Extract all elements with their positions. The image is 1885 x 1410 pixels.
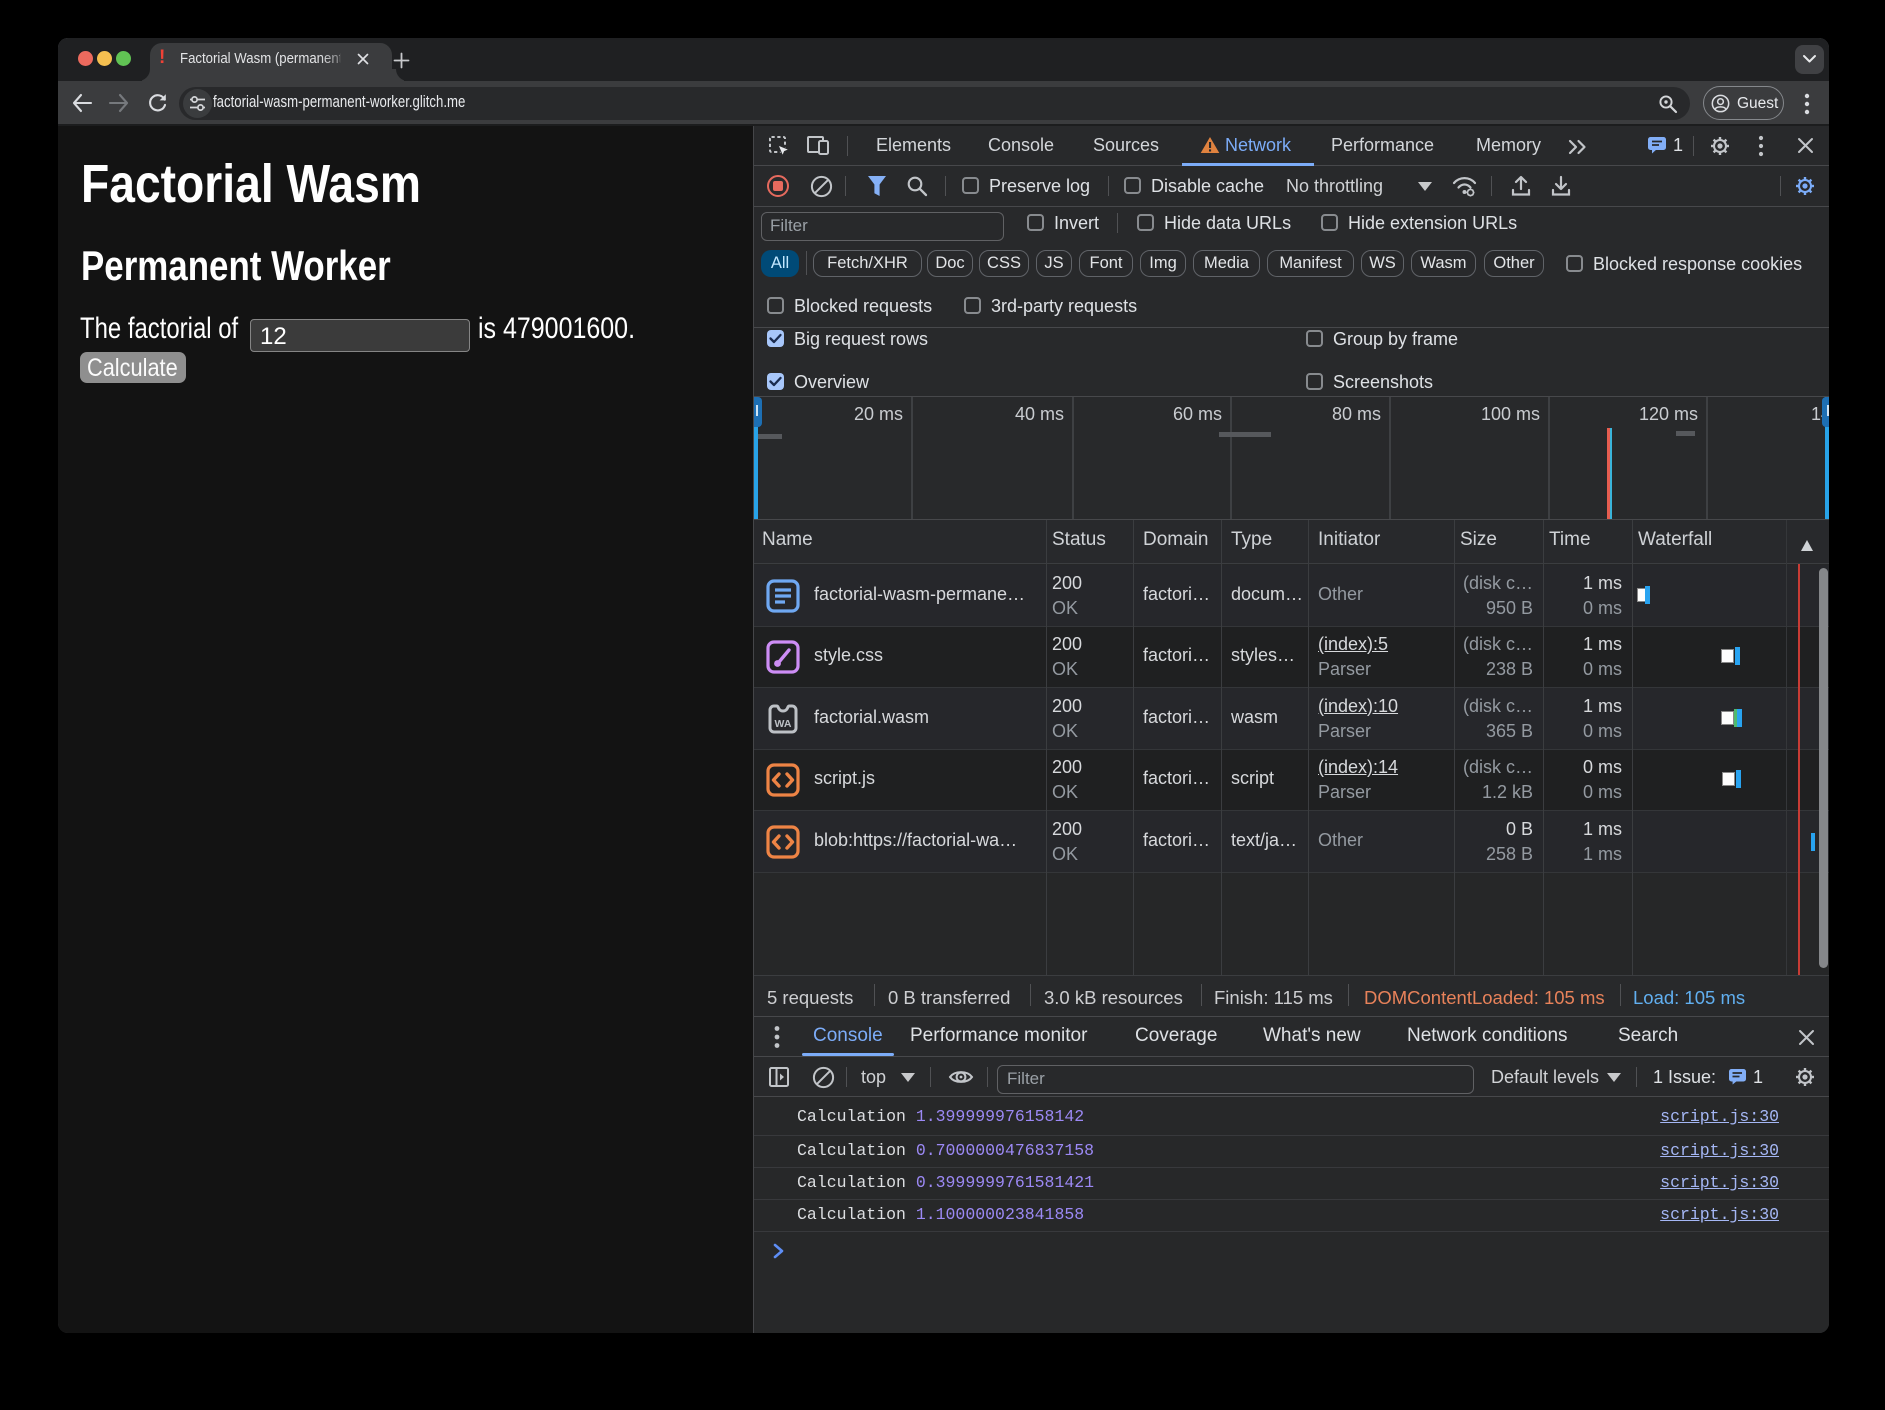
svg-text:WA: WA [775,718,792,730]
